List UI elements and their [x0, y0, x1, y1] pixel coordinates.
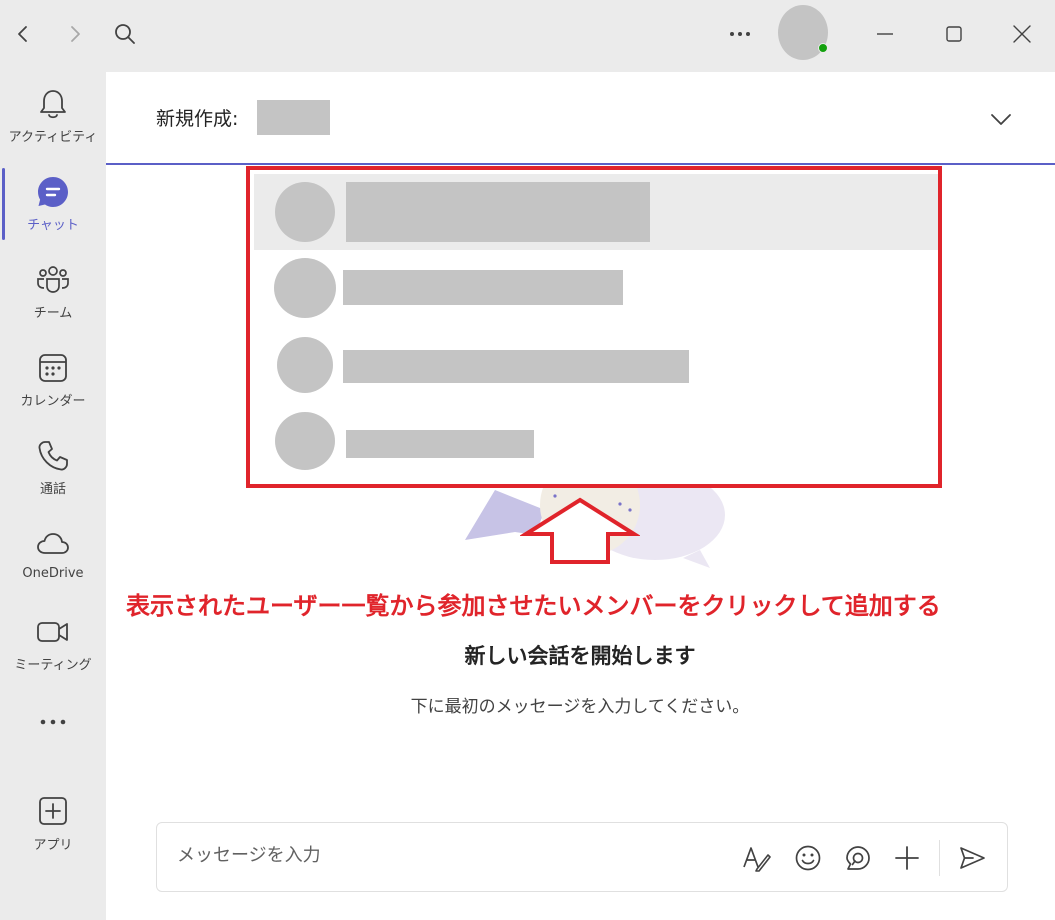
send-icon	[960, 847, 985, 869]
minimize-button[interactable]	[865, 14, 905, 54]
avatar	[277, 337, 333, 393]
rail-item-apps[interactable]: アプリ	[0, 794, 106, 874]
redacted-name	[343, 350, 689, 383]
rail-item-calls[interactable]: 通話	[0, 438, 106, 518]
avatar	[274, 258, 336, 318]
phone-icon	[38, 441, 68, 471]
list-item[interactable]	[254, 250, 938, 326]
rail-item-label: 通話	[39, 482, 66, 497]
maximize-icon	[946, 26, 962, 42]
cloud-icon	[37, 533, 69, 554]
rail-item-onedrive[interactable]: OneDrive	[0, 526, 106, 606]
rail-item-label: カレンダー	[20, 394, 86, 409]
teams-icon	[37, 266, 69, 293]
avatar	[275, 412, 335, 470]
loop-icon	[846, 846, 870, 870]
bell-icon	[40, 90, 66, 119]
format-button[interactable]	[741, 843, 771, 873]
format-icon	[743, 847, 771, 872]
plus-icon	[895, 846, 919, 870]
message-input[interactable]	[177, 845, 697, 866]
loop-button[interactable]	[843, 843, 873, 873]
rail-item-label: アプリ	[33, 838, 73, 853]
redacted-name	[346, 430, 534, 458]
chevron-down-icon[interactable]	[986, 104, 1016, 134]
list-item[interactable]	[254, 402, 938, 478]
search-button[interactable]	[105, 14, 145, 54]
close-icon	[1013, 25, 1031, 43]
to-label: 新規作成:	[156, 108, 239, 130]
people-suggestion-dropdown	[246, 166, 942, 488]
forward-icon	[71, 26, 80, 42]
redacted-name	[346, 182, 650, 242]
rail-item-label: チーム	[33, 306, 73, 321]
redacted-recipient[interactable]	[257, 100, 330, 135]
calendar-icon	[39, 354, 67, 382]
app-bar: アクティビティ チャット チーム カレンダー 通話 OneDrive ミーティン…	[0, 72, 106, 920]
send-button[interactable]	[957, 843, 987, 873]
minimize-icon	[877, 33, 893, 35]
list-item[interactable]	[254, 174, 938, 250]
back-button[interactable]	[3, 14, 43, 54]
rail-item-chat[interactable]: チャット	[0, 174, 106, 254]
title-bar	[0, 0, 1055, 72]
annotation-text: 表示されたユーザー一覧から参加させたいメンバーをクリックして追加する	[126, 592, 941, 620]
divider	[939, 840, 940, 876]
maximize-button[interactable]	[934, 14, 974, 54]
avatar	[275, 182, 335, 242]
rail-item-label: チャット	[27, 218, 79, 233]
close-button[interactable]	[1002, 14, 1042, 54]
rail-more-button[interactable]	[0, 718, 106, 748]
more-icon	[40, 719, 66, 725]
empty-state-subtitle: 下に最初のメッセージを入力してください。	[410, 697, 750, 717]
list-item[interactable]	[254, 326, 938, 402]
more-icon	[730, 32, 750, 36]
add-app-icon	[39, 797, 67, 825]
emoji-icon	[795, 845, 821, 871]
empty-state-title: 新しい会話を開始します	[464, 644, 696, 668]
back-icon	[18, 26, 27, 42]
rail-item-label: OneDrive	[22, 566, 84, 581]
message-composer	[156, 822, 1008, 892]
rail-item-label: アクティビティ	[8, 130, 98, 145]
emoji-button[interactable]	[793, 843, 823, 873]
chat-icon	[38, 177, 68, 207]
more-options-button[interactable]	[720, 14, 760, 54]
rail-item-teams[interactable]: チーム	[0, 262, 106, 342]
forward-button[interactable]	[55, 14, 95, 54]
redacted-name	[343, 270, 623, 305]
rail-item-calendar[interactable]: カレンダー	[0, 350, 106, 430]
rail-item-activity[interactable]: アクティビティ	[0, 86, 106, 166]
search-icon	[115, 24, 135, 44]
to-field-row[interactable]: 新規作成:	[106, 72, 1055, 165]
presence-available-icon	[818, 43, 828, 53]
add-button[interactable]	[892, 843, 922, 873]
annotation-arrow-up-icon	[520, 497, 640, 564]
